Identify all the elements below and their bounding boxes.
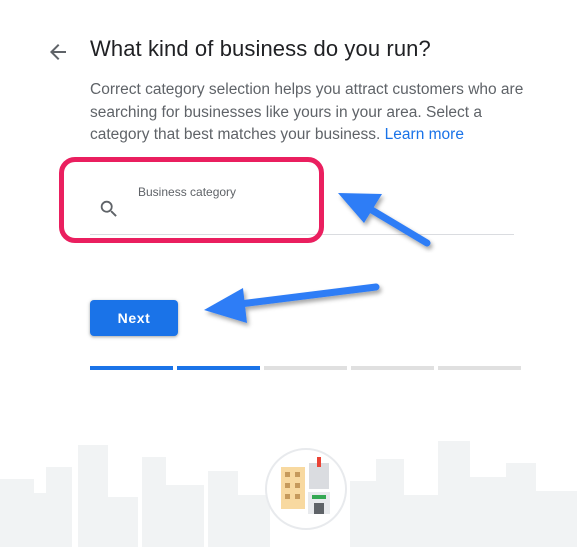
progress-step-5 (438, 366, 521, 370)
progress-step-3 (264, 366, 347, 370)
business-category-label: Business category (138, 185, 237, 199)
back-button[interactable] (46, 40, 70, 64)
page-title: What kind of business do you run? (90, 36, 431, 61)
learn-more-link[interactable]: Learn more (385, 126, 464, 143)
page-description: Correct category selection helps you att… (90, 79, 530, 147)
annotation-arrow-to-next (204, 283, 380, 323)
business-category-field[interactable]: Business category (90, 172, 514, 235)
next-button[interactable]: Next (90, 300, 178, 336)
storefront-badge (265, 448, 347, 530)
progress-step-2 (177, 366, 260, 370)
progress-step-4 (351, 366, 434, 370)
search-icon (98, 198, 120, 220)
progress-indicator (90, 366, 521, 370)
city-skyline-illustration (0, 441, 577, 547)
arrow-left-icon (50, 44, 66, 60)
progress-step-1 (90, 366, 173, 370)
business-category-input[interactable] (138, 202, 508, 228)
